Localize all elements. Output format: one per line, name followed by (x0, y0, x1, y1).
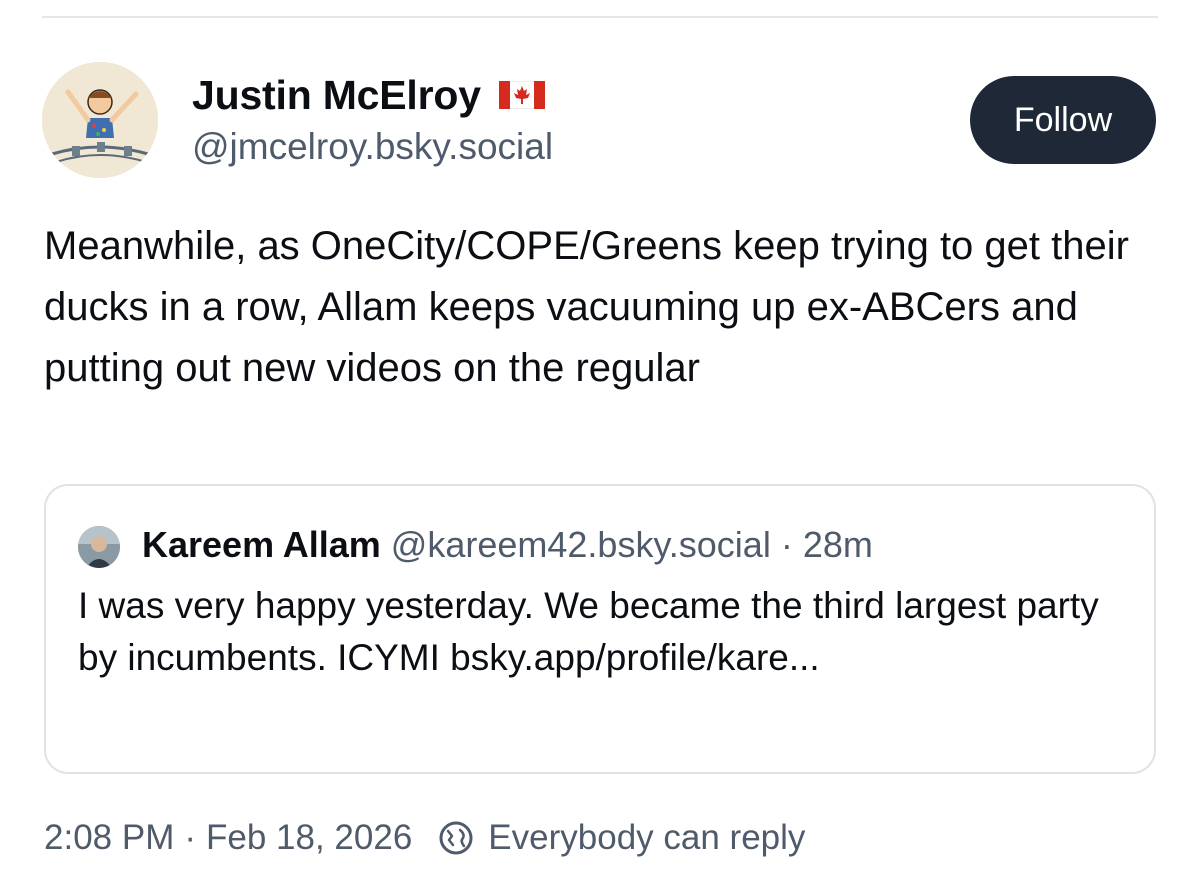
meta-separator: · (184, 818, 197, 857)
post-body: Meanwhile, as OneCity/COPE/Greens keep t… (44, 224, 1129, 390)
quoted-post-card[interactable]: Kareem Allam @kareem42.bsky.social · 28m… (44, 484, 1156, 774)
quoted-separator: · (780, 524, 793, 565)
author-avatar[interactable] (42, 62, 158, 178)
canada-flag-icon (498, 80, 546, 110)
post-view: Justin McElroy @jmcelroy.bsky.social Fol… (0, 0, 1200, 881)
author-name-row: Justin McElroy (192, 70, 546, 120)
quoted-post-age: 28m (802, 524, 873, 565)
follow-button[interactable]: Follow (970, 76, 1156, 164)
author-handle[interactable]: @jmcelroy.bsky.social (192, 126, 553, 168)
post-date: Feb 18, 2026 (206, 818, 413, 857)
quoted-author-name: Kareem Allam (142, 524, 381, 565)
quoted-author-handle: @kareem42.bsky.social (390, 524, 771, 565)
divider (42, 16, 1158, 18)
post-meta: 2:08 PM · Feb 18, 2026 Everybody can rep… (44, 818, 805, 858)
reply-settings-icon (436, 818, 476, 858)
quoted-post-header: Kareem Allam @kareem42.bsky.social · 28m (142, 524, 873, 566)
reply-setting-label[interactable]: Everybody can reply (488, 818, 805, 858)
author-display-name[interactable]: Justin McElroy (192, 72, 481, 119)
post-time: 2:08 PM (44, 818, 175, 857)
quoted-author-avatar (78, 526, 120, 568)
quoted-post-body: I was very happy yesterday. We became th… (78, 585, 1099, 678)
